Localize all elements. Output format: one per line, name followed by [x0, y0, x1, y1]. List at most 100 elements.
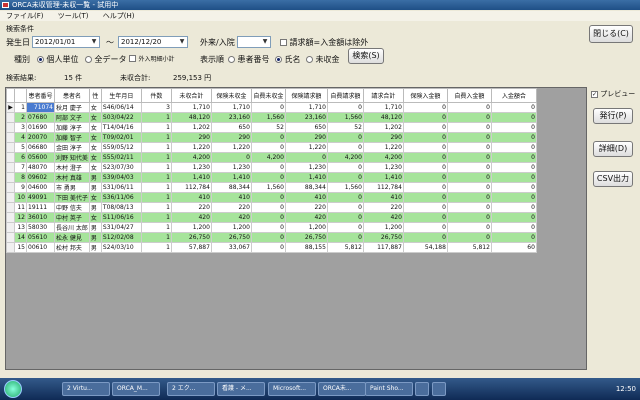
table-cell[interactable]: 下田 美代子 — [54, 192, 90, 203]
table-row[interactable]: 10 49091 下田 美代子女 S36/11/06 1 410 410 0 410 0 410 0 0… — [6, 192, 537, 203]
table-cell[interactable]: 420 — [362, 212, 404, 223]
table-cell[interactable]: 1 — [140, 132, 172, 143]
table-cell[interactable]: 0 — [446, 192, 492, 203]
table-cell[interactable]: 410 — [170, 192, 212, 203]
table-cell[interactable]: 112,784 — [170, 182, 212, 193]
table-cell[interactable]: S03/04/22 — [100, 112, 142, 123]
table-cell[interactable]: 0 — [250, 242, 286, 253]
table-cell[interactable]: 88,344 — [284, 182, 328, 193]
column-header[interactable]: 保険請求額 — [284, 88, 328, 103]
table-row[interactable]: 7 48070 木村 澄子女 S23/07/30 1 1,230 1,230 0 1,230 0 1… — [6, 162, 537, 173]
table-cell[interactable]: 阿部 文子 — [54, 112, 90, 123]
table-cell[interactable]: 0 — [402, 202, 448, 213]
table-cell[interactable]: 1,220 — [362, 142, 404, 153]
table-cell[interactable]: 26,750 — [170, 232, 212, 243]
table-cell[interactable]: 0 — [326, 202, 364, 213]
table-cell[interactable]: 1,710 — [284, 102, 328, 113]
table-cell[interactable]: S12/02/08 — [100, 232, 142, 243]
preview-checkbox[interactable]: ✓ — [591, 90, 598, 98]
search-button[interactable]: 検索(S) — [348, 48, 384, 64]
table-cell[interactable]: 1,230 — [210, 162, 252, 173]
table-cell[interactable]: 0 — [446, 112, 492, 123]
table-cell[interactable]: 1,230 — [170, 162, 212, 173]
order-radio[interactable] — [275, 56, 282, 63]
table-cell[interactable]: 26,750 — [210, 232, 252, 243]
table-cell[interactable]: 1,230 — [362, 162, 404, 173]
table-cell[interactable]: 0 — [490, 142, 537, 153]
table-cell[interactable]: 0 — [326, 132, 364, 143]
table-cell[interactable]: 0 — [402, 232, 448, 243]
table-cell[interactable]: 加藤 淳子 — [54, 122, 90, 133]
table-cell[interactable]: 0 — [250, 162, 286, 173]
table-cell[interactable]: 290 — [210, 132, 252, 143]
column-header[interactable]: 自費入金額 — [446, 88, 492, 103]
table-cell[interactable]: 88,155 — [284, 242, 328, 253]
table-cell[interactable]: 36010 — [26, 212, 55, 223]
taskbar-item[interactable]: 2 エク... — [167, 382, 215, 396]
table-cell[interactable]: 71074 — [26, 102, 55, 113]
table-cell[interactable]: 金田 淳子 — [54, 142, 90, 153]
table-cell[interactable]: 男 — [88, 222, 102, 233]
table-cell[interactable]: 0 — [402, 192, 448, 203]
table-cell[interactable]: 0 — [446, 132, 492, 143]
table-cell[interactable]: 0 — [250, 132, 286, 143]
table-cell[interactable]: 女 — [88, 132, 102, 143]
kind-radio[interactable] — [37, 56, 44, 63]
order-option-unpaid[interactable]: 未収金 — [306, 54, 340, 65]
table-cell[interactable]: 09602 — [26, 172, 55, 183]
table-cell[interactable]: 01690 — [26, 122, 55, 133]
table-cell[interactable]: 0 — [446, 182, 492, 193]
table-cell[interactable]: 20070 — [26, 132, 55, 143]
table-cell[interactable]: 0 — [490, 102, 537, 113]
date-to-field[interactable]: 2012/12/20 ▼ — [118, 36, 188, 48]
table-cell[interactable]: 410 — [210, 192, 252, 203]
column-header[interactable]: 請求合計 — [362, 88, 404, 103]
table-cell[interactable]: 0 — [326, 162, 364, 173]
table-cell[interactable]: 420 — [170, 212, 212, 223]
table-cell[interactable]: 0 — [402, 142, 448, 153]
table-row[interactable]: 13 58030 長谷川 太郎男 S31/04/27 1 1,200 1,200 0 1,200… — [6, 222, 537, 233]
table-cell[interactable]: 加藤 智子 — [54, 132, 90, 143]
table-cell[interactable]: 0 — [402, 152, 448, 163]
table-cell[interactable]: 1,200 — [210, 222, 252, 233]
table-cell[interactable]: 男 — [88, 182, 102, 193]
table-cell[interactable]: 49091 — [26, 192, 55, 203]
table-cell[interactable]: 男 — [88, 232, 102, 243]
table-cell[interactable]: 4,200 — [326, 152, 364, 163]
table-cell[interactable]: 長谷川 太郎 — [54, 222, 90, 233]
table-cell[interactable]: 290 — [170, 132, 212, 143]
table-cell[interactable]: 松村 邦夫 — [54, 242, 90, 253]
table-cell[interactable]: 52 — [250, 122, 286, 133]
table-cell[interactable]: 男 — [88, 202, 102, 213]
table-cell[interactable]: 0 — [284, 152, 328, 163]
table-cell[interactable]: S46/06/14 — [100, 102, 142, 113]
column-header[interactable]: 生年月日 — [100, 88, 142, 103]
table-cell[interactable]: 290 — [284, 132, 328, 143]
table-cell[interactable]: 0 — [326, 212, 364, 223]
table-cell[interactable]: 0 — [326, 232, 364, 243]
taskbar-item[interactable]: Microsoft... — [268, 382, 316, 396]
table-cell[interactable]: 1 — [140, 202, 172, 213]
table-cell[interactable]: 1,410 — [284, 172, 328, 183]
unpaid-list-grid[interactable]: 患者番号 患者名性生年月日 件数 未収合計 保険未収金 自費未収金 保険請求額 自費請求額 請求… — [5, 87, 587, 370]
table-cell[interactable]: 0 — [446, 162, 492, 173]
table-cell[interactable]: 0 — [250, 232, 286, 243]
preview-option[interactable]: ✓ プレビュー — [591, 89, 635, 99]
table-cell[interactable]: 0 — [446, 222, 492, 233]
table-cell[interactable]: 58030 — [26, 222, 55, 233]
table-cell[interactable]: T14/04/16 — [100, 122, 142, 133]
table-cell[interactable]: S55/02/11 — [100, 152, 142, 163]
table-cell[interactable]: 1,220 — [210, 142, 252, 153]
table-row[interactable]: ▶ 1 71074 秋月 慶子女 S46/06/14 3 1,710 1,710 0 1,710 0… — [6, 102, 537, 113]
table-cell[interactable]: 0 — [402, 162, 448, 173]
column-header[interactable]: 保険未収金 — [210, 88, 252, 103]
table-cell[interactable]: 117,887 — [362, 242, 404, 253]
table-cell[interactable]: 1 — [140, 112, 172, 123]
table-cell[interactable]: 木村 真雄 — [54, 172, 90, 183]
column-header[interactable]: 自費未収金 — [250, 88, 286, 103]
table-cell[interactable]: 23,160 — [210, 112, 252, 123]
table-cell[interactable]: 220 — [170, 202, 212, 213]
taskbar-item[interactable]: Paint Sho... — [365, 382, 413, 396]
order-radio[interactable] — [228, 56, 235, 63]
table-cell[interactable]: 0 — [490, 192, 537, 203]
